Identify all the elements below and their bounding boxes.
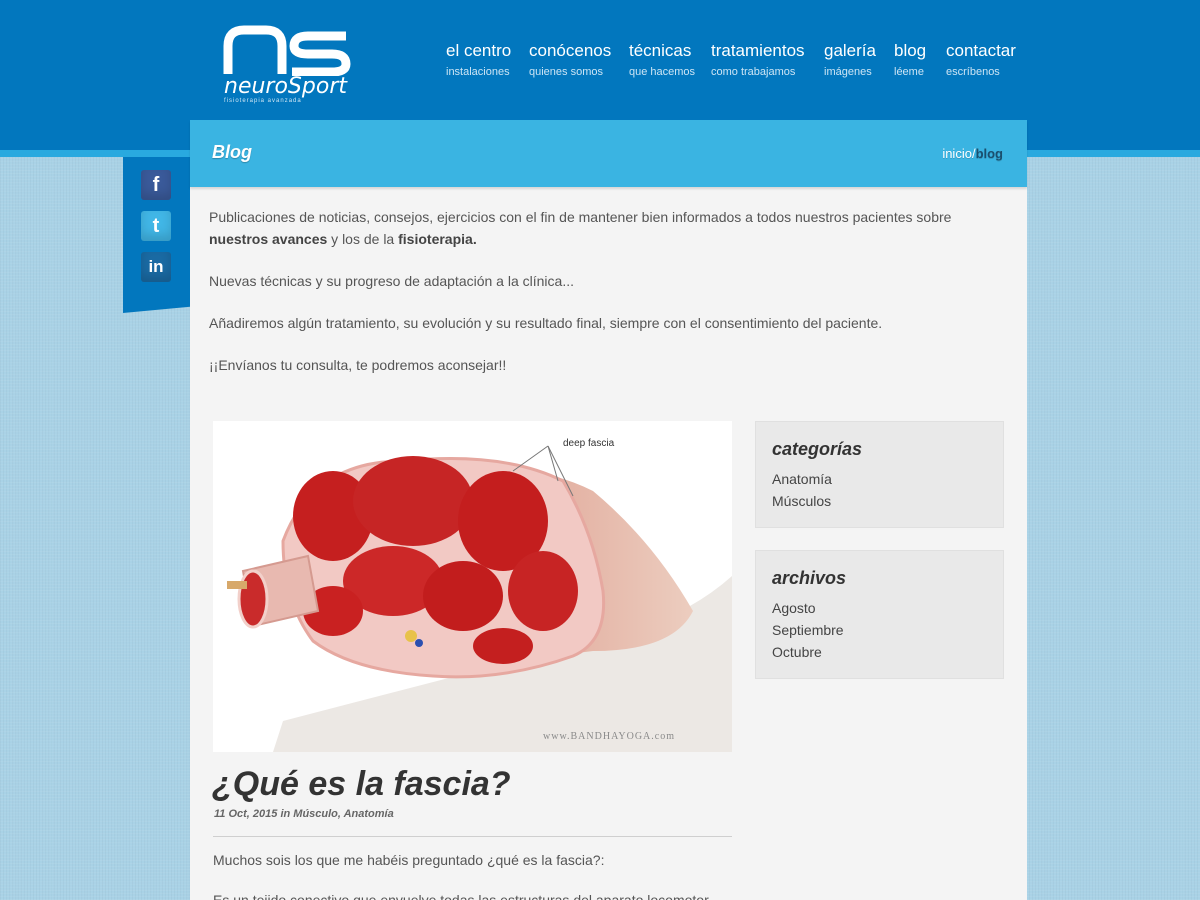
blog-intro: Publicaciones de noticias, consejos, eje… [209, 206, 1009, 396]
nav-item-subtitle: que hacemos [629, 66, 696, 78]
nav-item-conocenos[interactable]: conócenos quienes somos [529, 40, 611, 82]
intro-paragraph: Nuevas técnicas y su progreso de adaptac… [209, 273, 574, 289]
nav-item-subtitle: como trabajamos [711, 66, 796, 78]
nav-item-tecnicas[interactable]: técnicas que hacemos [629, 40, 695, 82]
site-logo[interactable]: neuroSport fisioterapia avanzada [222, 24, 354, 104]
breadcrumb-current: blog [975, 146, 1003, 161]
post-title[interactable]: ¿Qué es la fascia? [212, 764, 511, 804]
archives-widget: archivos Agosto Septiembre Octubre [755, 550, 1004, 679]
page-banner: Blog inicio/blog [190, 120, 1027, 187]
logo-wordmark: neuroSport [224, 74, 347, 99]
post-body: Muchos sois los que me habéis preguntado… [213, 849, 732, 900]
nav-item-subtitle: léeme [894, 66, 924, 78]
category-link-musculos[interactable]: Músculos [772, 490, 987, 512]
intro-paragraph: Añadiremos algún tratamiento, su evoluci… [209, 315, 883, 331]
categories-widget: categorías Anatomía Músculos [755, 421, 1004, 528]
intro-bold: nuestros avances [209, 231, 328, 247]
image-watermark: www.BANDHAYOGA.com [543, 731, 675, 742]
nav-item-tratamientos[interactable]: tratamientos como trabajamos [711, 40, 805, 82]
page-title: Blog [212, 142, 252, 162]
image-annotation-label: deep fascia [563, 438, 615, 449]
linkedin-icon[interactable]: in [141, 252, 171, 282]
intro-text: y los de la [327, 231, 399, 247]
nav-item-title: contactar [946, 41, 1016, 60]
nav-item-title: galería [824, 41, 876, 60]
nav-item-el-centro[interactable]: el centro instalaciones [446, 40, 511, 82]
post-divider [213, 836, 732, 837]
logo-mark [223, 25, 351, 76]
post-paragraph: Es un tejido conectivo que envuelve toda… [213, 892, 709, 900]
post-paragraph: Muchos sois los que me habéis preguntado… [213, 852, 605, 868]
intro-text: Publicaciones de noticias, consejos, eje… [209, 209, 952, 225]
logo-tagline: fisioterapia avanzada [224, 98, 302, 104]
nav-item-subtitle: escríbenos [946, 66, 1000, 78]
intro-paragraph: ¡¡Envíanos tu consulta, te podremos acon… [209, 357, 507, 373]
breadcrumb-home-link[interactable]: inicio [942, 146, 972, 161]
nav-item-title: técnicas [629, 41, 692, 60]
categories-title: categorías [772, 439, 863, 459]
nav-item-subtitle: instalaciones [446, 66, 510, 78]
archive-link-septiembre[interactable]: Septiembre [772, 619, 987, 641]
archive-link-agosto[interactable]: Agosto [772, 597, 987, 619]
intro-bold: fisioterapia. [398, 231, 477, 247]
nav-item-contactar[interactable]: contactar escríbenos [946, 40, 1016, 82]
nav-item-title: conócenos [529, 41, 612, 60]
nav-item-blog[interactable]: blog léeme [894, 40, 926, 82]
intro-paragraph: Publicaciones de noticias, consejos, eje… [209, 206, 1009, 250]
archives-title: archivos [772, 568, 847, 588]
nav-item-subtitle: imágenes [824, 66, 872, 78]
breadcrumb: inicio/blog [942, 146, 1003, 161]
nav-item-title: blog [894, 41, 927, 60]
facebook-icon[interactable]: f [141, 170, 171, 200]
fascia-illustration: deep fascia www.BANDHAYOGA.com [213, 421, 732, 752]
nav-item-galeria[interactable]: galería imágenes [824, 40, 876, 82]
post-featured-image[interactable]: deep fascia www.BANDHAYOGA.com [213, 421, 732, 752]
nav-item-subtitle: quienes somos [529, 66, 603, 78]
archive-link-octubre[interactable]: Octubre [772, 641, 987, 663]
category-link-anatomia[interactable]: Anatomía [772, 468, 987, 490]
nav-item-title: tratamientos [711, 41, 805, 60]
social-sidebar: f t in [123, 157, 190, 313]
twitter-icon[interactable]: t [141, 211, 171, 241]
nav-item-title: el centro [446, 41, 512, 60]
post-meta: 11 Oct, 2015 in Músculo, Anatomía [214, 808, 394, 820]
